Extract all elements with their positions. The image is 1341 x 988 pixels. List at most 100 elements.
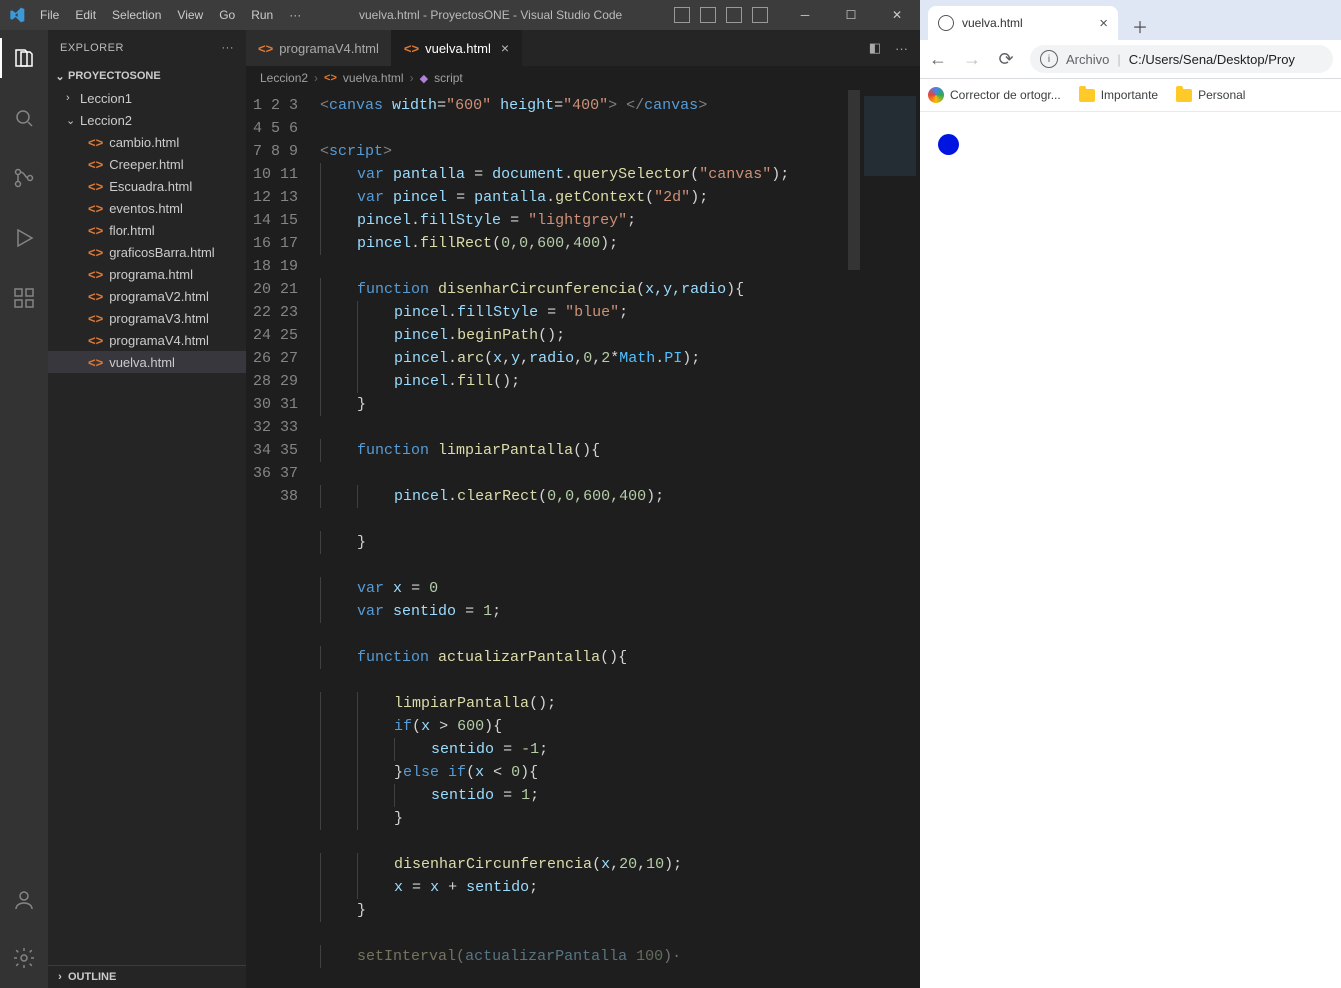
browser-page	[920, 112, 1341, 988]
line-gutter: 1 2 3 4 5 6 7 8 9 10 11 12 13 14 15 16 1…	[246, 90, 316, 988]
file-item[interactable]: <>programaV4.html	[48, 329, 246, 351]
back-button[interactable]: ←	[928, 49, 948, 69]
titlebar: File Edit Selection View Go Run ··· vuel…	[0, 0, 920, 30]
browser-window: vuelva.html × ＋ ← → ⟳ i Archivo | C:/Use…	[920, 0, 1341, 988]
crumb[interactable]: script	[434, 71, 463, 85]
tab-programav4[interactable]: <> programaV4.html	[246, 30, 392, 66]
file-item[interactable]: <>Escuadra.html	[48, 175, 246, 197]
folder-leccion1[interactable]: ›Leccion1	[48, 87, 246, 109]
bookmark-item[interactable]: Corrector de ortogr...	[928, 87, 1061, 103]
folder-icon	[1176, 89, 1192, 102]
address-bar[interactable]: i Archivo | C:/Users/Sena/Desktop/Proy	[1030, 45, 1333, 73]
tab-vuelva[interactable]: <> vuelva.html ×	[392, 30, 522, 66]
html-file-icon: <>	[88, 179, 103, 194]
extensions-icon[interactable]	[0, 278, 48, 318]
code-editor[interactable]: 1 2 3 4 5 6 7 8 9 10 11 12 13 14 15 16 1…	[246, 90, 920, 988]
bookmark-item[interactable]: Personal	[1176, 88, 1245, 102]
file-tree: ›Leccion1 ⌄Leccion2 <>cambio.html<>Creep…	[48, 87, 246, 373]
editor-tabs: <> programaV4.html <> vuelva.html × ◧ ··…	[246, 30, 920, 66]
menu-selection[interactable]: Selection	[106, 4, 167, 26]
tab-close-icon[interactable]: ×	[1099, 15, 1108, 32]
menu-view[interactable]: View	[171, 4, 209, 26]
layout-2-icon[interactable]	[700, 7, 716, 23]
window-controls: ─ ☐ ✕	[782, 0, 920, 30]
tab-actions: ◧ ···	[869, 30, 920, 66]
crumb[interactable]: Leccion2	[260, 71, 308, 85]
explorer-icon[interactable]	[0, 38, 48, 78]
source-control-icon[interactable]	[0, 158, 48, 198]
settings-gear-icon[interactable]	[0, 938, 48, 978]
layout-controls	[674, 7, 768, 23]
forward-button[interactable]: →	[962, 49, 982, 69]
minimap[interactable]	[860, 90, 920, 988]
file-item[interactable]: <>programaV2.html	[48, 285, 246, 307]
html-file-icon: <>	[88, 245, 103, 260]
bookmark-label: Corrector de ortogr...	[950, 88, 1061, 102]
file-item[interactable]: <>graficosBarra.html	[48, 241, 246, 263]
menu-edit[interactable]: Edit	[69, 4, 102, 26]
code-content[interactable]: <canvas width="600" height="400"> </canv…	[316, 90, 920, 988]
window-title: vuelva.html - ProyectosONE - Visual Stud…	[307, 8, 674, 22]
accounts-icon[interactable]	[0, 880, 48, 920]
html-file-icon: <>	[404, 41, 419, 56]
bookmark-label: Importante	[1101, 88, 1158, 102]
file-item[interactable]: <>programa.html	[48, 263, 246, 285]
tab-close-icon[interactable]: ×	[501, 40, 509, 56]
project-header[interactable]: ⌄PROYECTOSONE	[48, 65, 246, 87]
close-button[interactable]: ✕	[874, 0, 920, 30]
search-icon[interactable]	[0, 98, 48, 138]
new-tab-button[interactable]: ＋	[1126, 12, 1154, 40]
folder-icon	[1079, 89, 1095, 102]
tab-label: vuelva.html	[425, 41, 491, 56]
menu-run[interactable]: Run	[245, 4, 279, 26]
html-file-icon: <>	[88, 311, 103, 326]
swirl-icon	[928, 87, 944, 103]
file-item[interactable]: <>programaV3.html	[48, 307, 246, 329]
html-file-icon: <>	[88, 355, 103, 370]
folder-leccion2[interactable]: ⌄Leccion2	[48, 109, 246, 131]
layout-3-icon[interactable]	[726, 7, 742, 23]
minimize-button[interactable]: ─	[782, 0, 828, 30]
layout-4-icon[interactable]	[752, 7, 768, 23]
editor-more-icon[interactable]: ···	[895, 41, 908, 56]
file-item[interactable]: <>eventos.html	[48, 197, 246, 219]
html-file-icon: <>	[88, 333, 103, 348]
html-file-icon: <>	[88, 201, 103, 216]
addr-scheme: Archivo	[1066, 52, 1109, 67]
activity-bar	[0, 30, 48, 988]
file-item[interactable]: <>cambio.html	[48, 131, 246, 153]
layout-1-icon[interactable]	[674, 7, 690, 23]
html-file-icon: <>	[88, 267, 103, 282]
explorer-sidebar: EXPLORER ··· ⌄PROYECTOSONE ›Leccion1 ⌄Le…	[48, 30, 246, 988]
browser-tab-title: vuelva.html	[962, 16, 1023, 30]
html-file-icon: <>	[88, 135, 103, 150]
scrollbar-thumb[interactable]	[848, 90, 860, 270]
html-file-icon: <>	[258, 41, 273, 56]
browser-tab[interactable]: vuelva.html ×	[928, 6, 1118, 40]
browser-toolbar: ← → ⟳ i Archivo | C:/Users/Sena/Desktop/…	[920, 40, 1341, 79]
maximize-button[interactable]: ☐	[828, 0, 874, 30]
file-item[interactable]: <>flor.html	[48, 219, 246, 241]
explorer-title: EXPLORER ···	[48, 30, 246, 65]
outline-label: OUTLINE	[68, 971, 116, 983]
reload-button[interactable]: ⟳	[996, 49, 1016, 69]
outline-section[interactable]: ›OUTLINE	[48, 965, 246, 988]
crumb[interactable]: vuelva.html	[343, 71, 404, 85]
explorer-more-icon[interactable]: ···	[222, 42, 235, 54]
file-item[interactable]: <>Creeper.html	[48, 153, 246, 175]
breadcrumbs[interactable]: Leccion2› <> vuelva.html› ◆ script	[246, 66, 920, 90]
tab-label: programaV4.html	[279, 41, 379, 56]
site-info-icon[interactable]: i	[1040, 50, 1058, 68]
explorer-label: EXPLORER	[60, 42, 124, 54]
html-file-icon: <>	[88, 289, 103, 304]
bookmark-item[interactable]: Importante	[1079, 88, 1158, 102]
menu-go[interactable]: Go	[213, 4, 241, 26]
file-item[interactable]: <>vuelva.html	[48, 351, 246, 373]
split-editor-icon[interactable]: ◧	[869, 40, 881, 56]
menu-file[interactable]: File	[34, 4, 65, 26]
canvas-circle	[938, 134, 959, 155]
vscode-logo-icon	[8, 6, 26, 24]
run-debug-icon[interactable]	[0, 218, 48, 258]
addr-path: C:/Users/Sena/Desktop/Proy	[1129, 52, 1295, 67]
menu-more[interactable]: ···	[283, 4, 307, 26]
